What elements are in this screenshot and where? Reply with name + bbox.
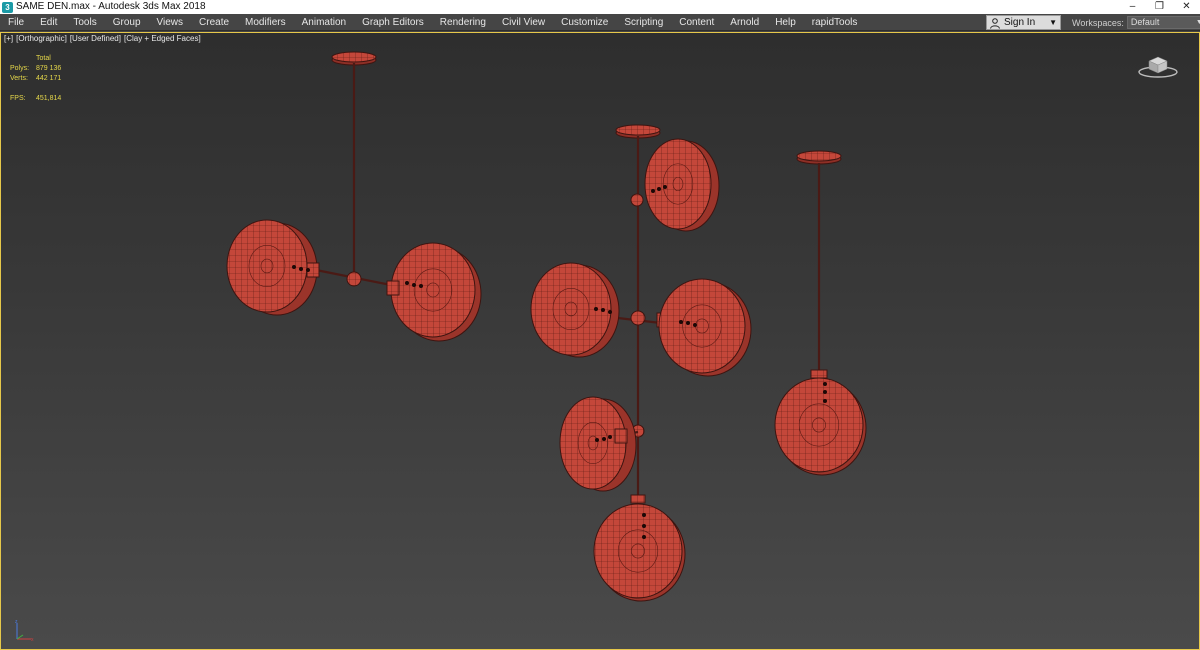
mount-bracket: [614, 428, 628, 444]
menu-help[interactable]: Help: [767, 14, 804, 31]
ceiling-canopy-top: [615, 124, 661, 136]
bolt: [651, 189, 655, 193]
bolt: [405, 281, 409, 285]
menu-rendering[interactable]: Rendering: [432, 14, 494, 31]
menu-graph-editors[interactable]: Graph Editors: [354, 14, 432, 31]
bolt: [306, 268, 310, 272]
bolt: [823, 382, 827, 386]
shade-disc: [530, 262, 612, 356]
shade-disc: [593, 503, 683, 599]
bolt: [642, 513, 646, 517]
scene-canvas[interactable]: [1, 33, 1199, 649]
shade-disc: [774, 377, 864, 473]
workspaces-label: Workspaces:: [1072, 17, 1124, 28]
chevron-down-icon: ▼: [1195, 19, 1200, 26]
menu-civil-view[interactable]: Civil View: [494, 14, 553, 31]
bolt: [642, 524, 646, 528]
menu-group[interactable]: Group: [105, 14, 149, 31]
menu-file[interactable]: File: [0, 14, 32, 31]
chevron-down-icon: ▼: [1049, 18, 1057, 27]
mount-bracket: [386, 280, 400, 296]
minimize-button[interactable]: –: [1119, 0, 1146, 14]
shade-disc: [390, 242, 476, 338]
joint-sphere: [630, 193, 644, 207]
bolt: [608, 310, 612, 314]
bolt: [823, 390, 827, 394]
close-button[interactable]: ✕: [1173, 0, 1200, 14]
menu-animation[interactable]: Animation: [294, 14, 354, 31]
bolt: [595, 438, 599, 442]
window-title: SAME DEN.max - Autodesk 3ds Max 2018: [16, 1, 206, 12]
bolt: [823, 399, 827, 403]
viewport-perspective[interactable]: [+] [Orthographic] [User Defined] [Clay + E…: [0, 32, 1200, 650]
window-controls: – ❐ ✕: [1119, 0, 1200, 14]
menu-bar: File Edit Tools Group Views Create Modif…: [0, 14, 1200, 31]
ceiling-canopy-top: [331, 51, 377, 63]
menu-create[interactable]: Create: [191, 14, 237, 31]
ceiling-canopy-top: [796, 150, 842, 162]
shade-disc: [658, 278, 746, 374]
menu-arnold[interactable]: Arnold: [722, 14, 767, 31]
joint-sphere: [346, 271, 362, 287]
app-icon[interactable]: 3: [2, 1, 13, 13]
menu-scripting[interactable]: Scripting: [616, 14, 671, 31]
mount-cap: [630, 494, 646, 504]
bolt: [299, 267, 303, 271]
shade-disc: [644, 138, 712, 230]
sign-in-label: Sign In: [1004, 17, 1036, 28]
menu-edit[interactable]: Edit: [32, 14, 65, 31]
workspaces-value: Default: [1130, 17, 1160, 27]
bolt: [663, 185, 667, 189]
title-bar: 3 SAME DEN.max - Autodesk 3ds Max 2018 –…: [0, 0, 1200, 14]
workspaces-dropdown[interactable]: Default ▼: [1126, 16, 1200, 29]
bolt: [601, 308, 605, 312]
bolt: [693, 323, 697, 327]
bolt: [602, 437, 606, 441]
sign-in-dropdown[interactable]: Sign In ▼: [986, 15, 1061, 30]
workspaces-selector: Workspaces: Default ▼: [1072, 14, 1200, 31]
joint-sphere: [630, 310, 646, 326]
mount-cap: [810, 369, 828, 379]
bolt: [292, 265, 296, 269]
menu-content[interactable]: Content: [671, 14, 722, 31]
menu-tools[interactable]: Tools: [65, 14, 104, 31]
bolt: [608, 435, 612, 439]
menu-customize[interactable]: Customize: [553, 14, 616, 31]
bolt: [686, 321, 690, 325]
bolt: [642, 535, 646, 539]
menu-rapidtools[interactable]: rapidTools: [804, 14, 866, 31]
restore-button[interactable]: ❐: [1146, 0, 1173, 14]
menu-views[interactable]: Views: [149, 14, 192, 31]
user-icon: [990, 17, 1000, 29]
menu-modifiers[interactable]: Modifiers: [237, 14, 294, 31]
bolt: [419, 284, 423, 288]
bolt: [594, 307, 598, 311]
bolt: [679, 320, 683, 324]
bolt: [657, 187, 661, 191]
bolt: [412, 283, 416, 287]
